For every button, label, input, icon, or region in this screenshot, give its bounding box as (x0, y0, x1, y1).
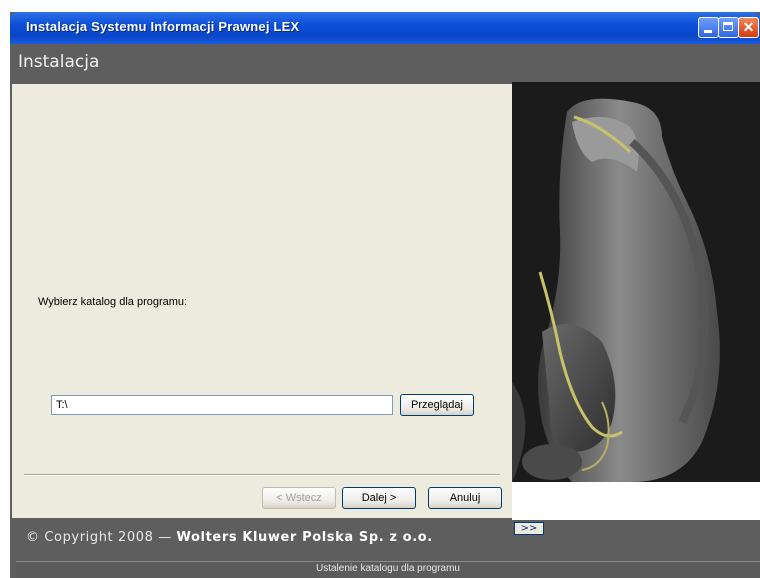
company-name: Wolters Kluwer Polska Sp. z o.o. (176, 530, 433, 545)
install-path-input[interactable] (51, 395, 393, 415)
window-title: Instalacja Systemu Informacji Prawnej LE… (26, 19, 300, 34)
status-bar: Ustalenie katalogu dla programu (16, 561, 760, 578)
maximize-icon[interactable] (718, 17, 739, 38)
divider (24, 474, 500, 476)
copyright-prefix: © Copyright 2008 — (26, 530, 177, 545)
content-panel: Wybierz katalog dla programu: Przeglądaj… (12, 84, 512, 518)
installer-window: Instalacja Systemu Informacji Prawnej LE… (10, 12, 760, 578)
title-bar[interactable]: Instalacja Systemu Informacji Prawnej LE… (10, 12, 760, 44)
decorative-sculpture-image (512, 82, 760, 482)
page-title: Instalacja (18, 52, 100, 72)
cancel-button[interactable]: Anuluj (428, 487, 502, 509)
minimize-icon[interactable] (698, 17, 719, 38)
directory-prompt: Wybierz katalog dla programu: (38, 296, 188, 308)
browse-button[interactable]: Przeglądaj (400, 394, 474, 416)
copyright-line: © Copyright 2008 — Wolters Kluwer Polska… (26, 530, 433, 545)
header-band: Instalacja (10, 44, 760, 82)
expand-button[interactable]: >> (514, 522, 544, 535)
back-button[interactable]: < Wstecz (262, 487, 336, 509)
status-text: Ustalenie katalogu dla programu (316, 563, 460, 574)
close-icon[interactable]: ✕ (738, 17, 759, 38)
close-glyph: ✕ (742, 19, 755, 35)
image-footer-strip (512, 482, 760, 520)
next-button[interactable]: Dalej > (342, 487, 416, 509)
